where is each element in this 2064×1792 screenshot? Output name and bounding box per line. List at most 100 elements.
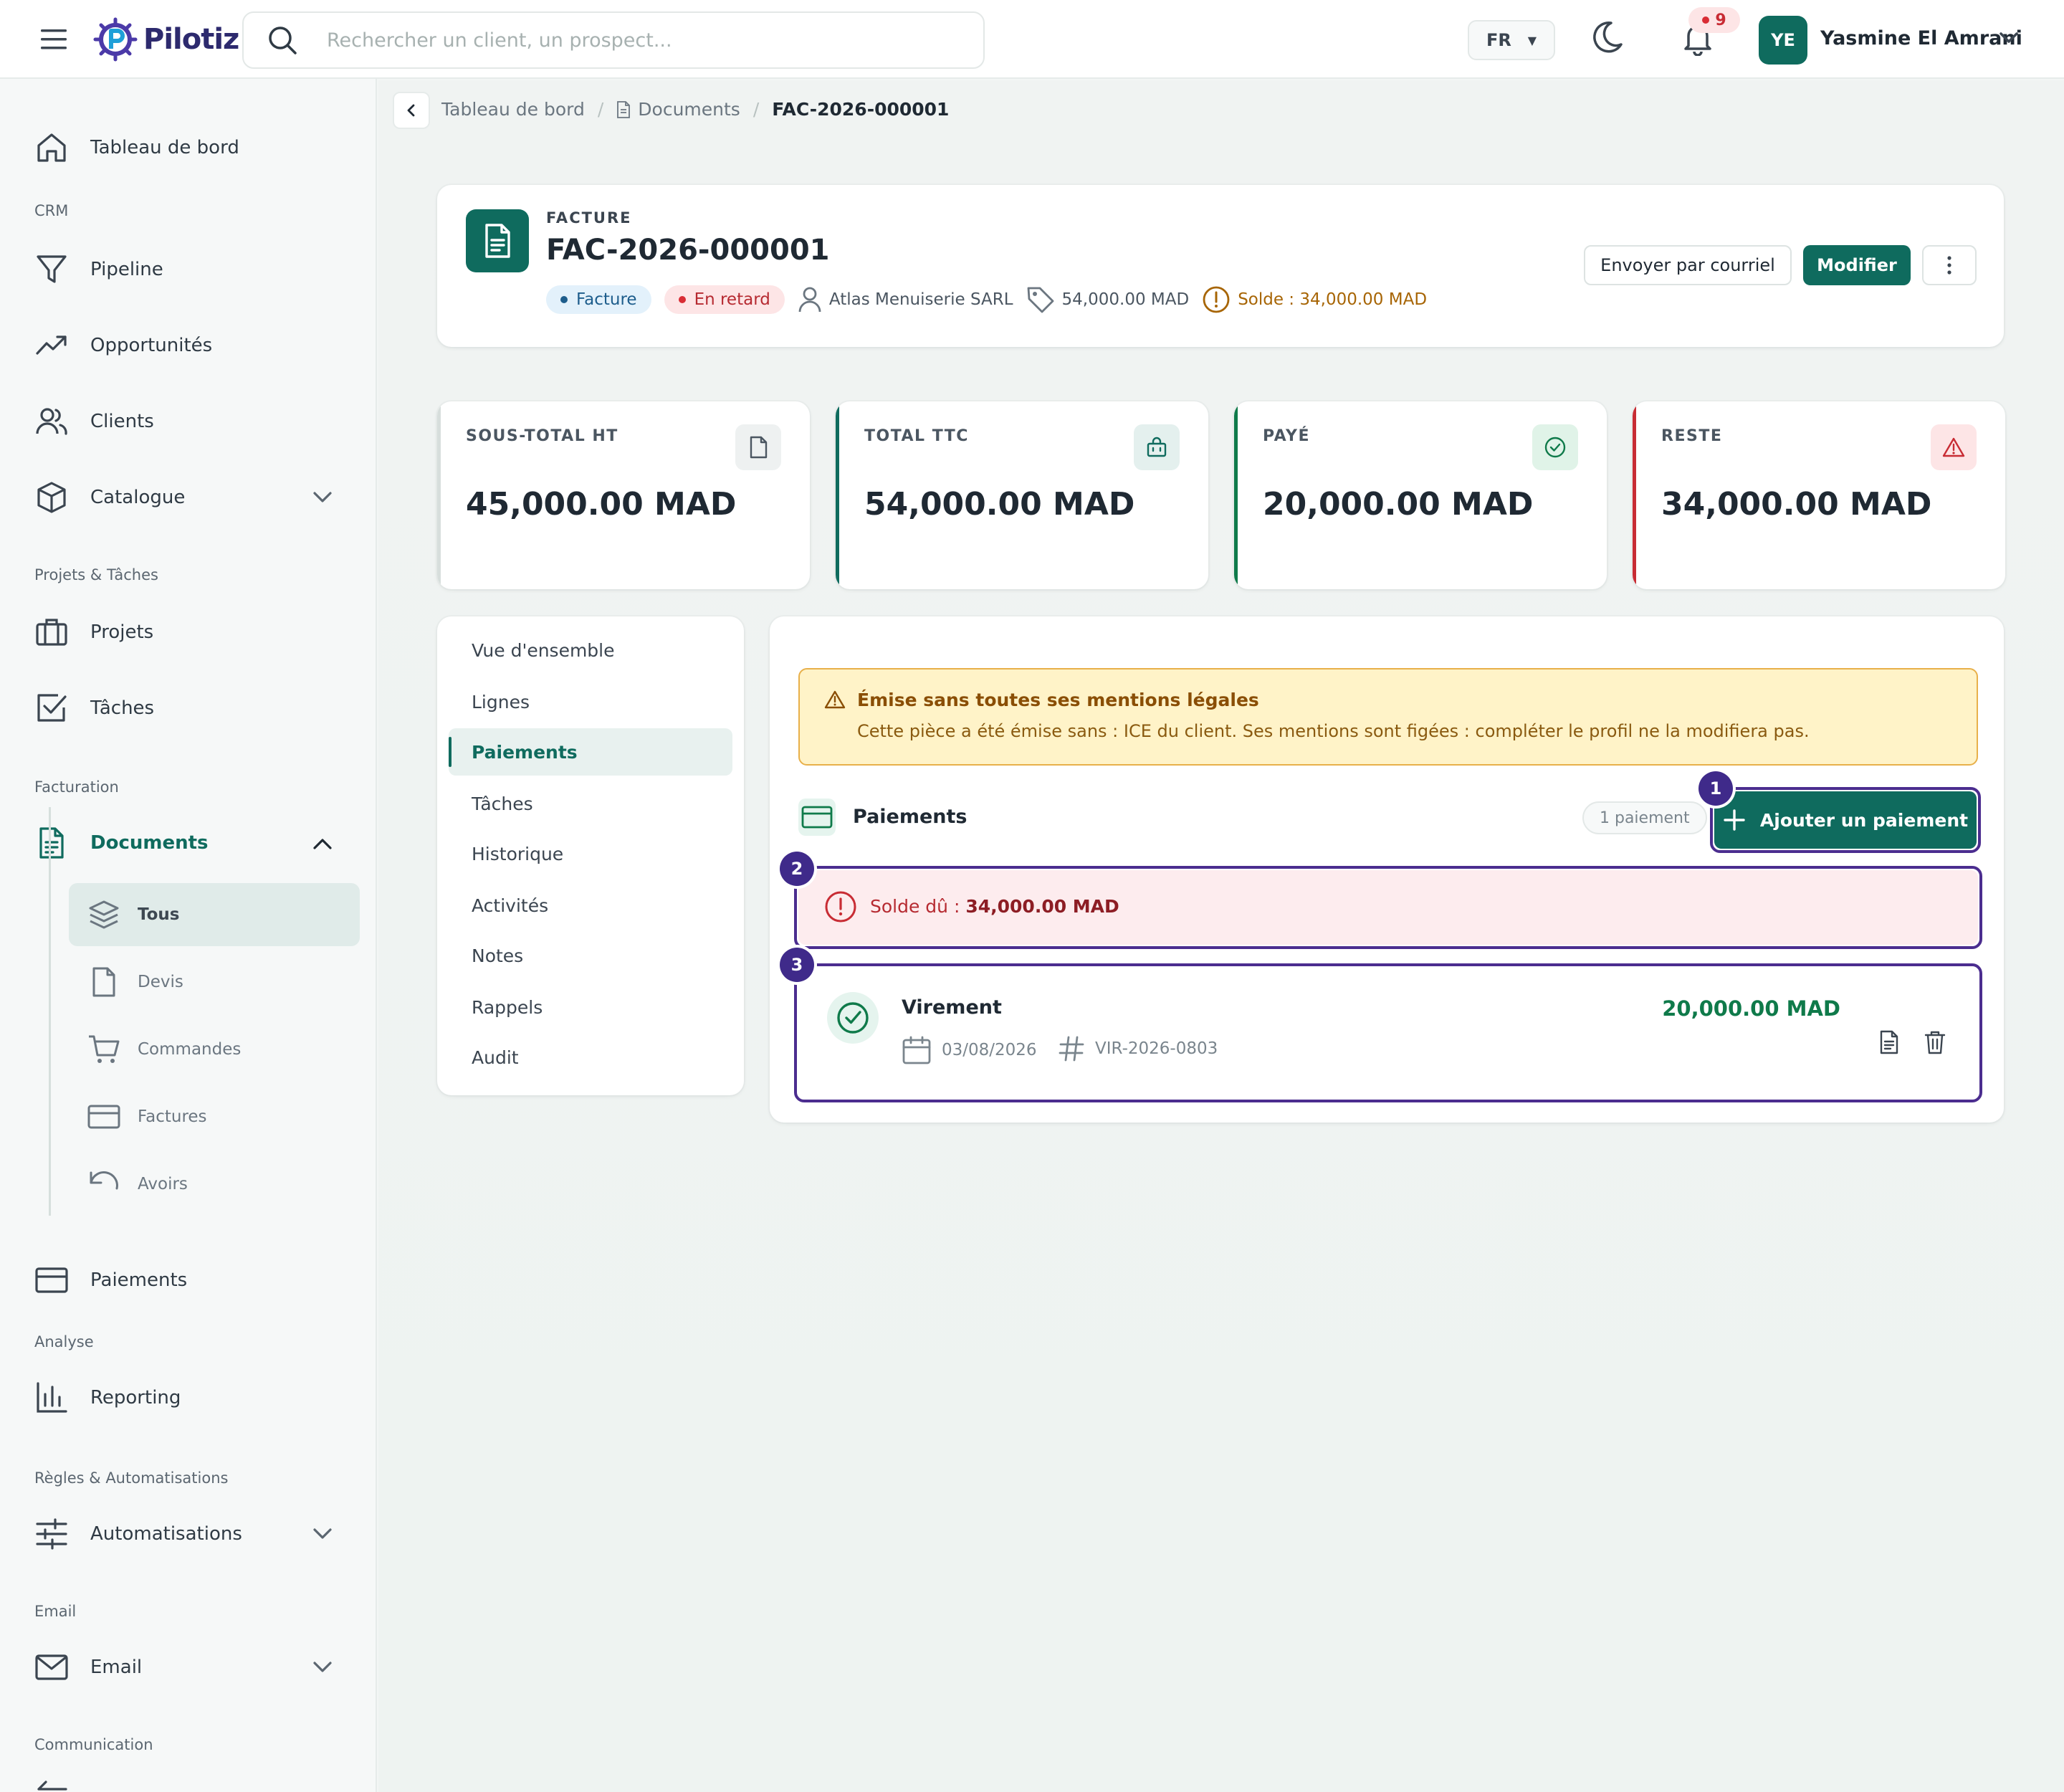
sliders-icon (32, 1514, 72, 1554)
card-accent (836, 401, 839, 589)
payment-date-value: 03/08/2026 (942, 1041, 1037, 1059)
cart-icon (85, 1030, 123, 1069)
status-badge: En retard (664, 285, 785, 314)
chevron-down-icon[interactable] (310, 485, 335, 510)
sidebar-subitem-all[interactable]: Tous (69, 883, 360, 946)
tab-activities[interactable]: Activités (449, 882, 732, 929)
payments-count-badge: 1 paiement (1582, 801, 1707, 834)
avatar[interactable]: YE (1759, 16, 1807, 65)
payment-amount: 20,000.00 MAD (1662, 996, 1840, 1021)
briefcase-icon (32, 612, 72, 652)
payments-panel: Émise sans toutes ses mentions légales C… (770, 616, 2004, 1123)
sidebar-item-opportunities[interactable]: Opportunités (32, 324, 212, 367)
breadcrumb-home[interactable]: Tableau de bord (441, 99, 585, 120)
back-button[interactable] (393, 92, 430, 129)
payment-receipt-button[interactable] (1873, 1026, 1905, 1058)
sidebar-subitem-quotes[interactable]: Devis (69, 950, 360, 1014)
search-bar[interactable] (242, 11, 985, 69)
send-email-button[interactable]: Envoyer par courriel (1584, 245, 1792, 285)
sidebar-item-automations[interactable]: Automatisations (32, 1512, 242, 1555)
badge-dot-icon (678, 296, 686, 303)
more-actions-button[interactable] (1922, 245, 1977, 285)
section-label-email: Email (34, 1603, 77, 1620)
dark-mode-toggle[interactable] (1590, 20, 1624, 56)
check-circle-icon (827, 992, 879, 1044)
sidebar-item-label: Email (90, 1657, 143, 1678)
chevron-down-icon[interactable] (1997, 26, 2021, 50)
section-label-billing: Facturation (34, 778, 119, 796)
sidebar: Tableau de bord CRM Pipeline Opportunité… (0, 79, 377, 1792)
breadcrumb-documents[interactable]: Documents (616, 99, 740, 120)
chevron-down-icon[interactable] (310, 1521, 335, 1547)
language-value: FR (1486, 30, 1511, 50)
alert-triangle-icon (1931, 424, 1977, 470)
hash-icon (1059, 1036, 1084, 1062)
sidebar-item-clients[interactable]: Clients (32, 400, 154, 443)
sidebar-subitem-label: Factures (138, 1107, 207, 1126)
stat-value: 45,000.00 MAD (466, 486, 737, 523)
menu-icon[interactable] (36, 22, 72, 57)
sidebar-item-label: Opportunités (90, 335, 213, 356)
add-payment-label: Ajouter un paiement (1759, 809, 1969, 831)
search-input[interactable] (327, 29, 900, 52)
tab-payments[interactable]: Paiements (449, 728, 732, 776)
sidebar-subitem-invoices[interactable]: Factures (69, 1085, 360, 1148)
tab-tasks[interactable]: Tâches (449, 780, 732, 827)
stat-value: 20,000.00 MAD (1263, 486, 1534, 523)
type-badge: Facture (546, 285, 651, 314)
tab-audit[interactable]: Audit (449, 1034, 732, 1081)
sidebar-item-dashboard[interactable]: Tableau de bord (32, 126, 239, 169)
status-badge-label: En retard (694, 290, 770, 309)
sidebar-subitem-orders[interactable]: Commandes (69, 1018, 360, 1081)
sidebar-item-label: Catalogue (90, 487, 186, 508)
payments-title: Paiements (853, 806, 968, 828)
sidebar-item-tasks[interactable]: Tâches (32, 687, 154, 730)
breadcrumb: Tableau de bord / Documents / FAC-2026-0… (441, 99, 949, 120)
tag-icon (1027, 287, 1054, 313)
client-info[interactable]: Atlas Menuiserie SARL (798, 286, 1013, 313)
sidebar-item-payments[interactable]: Paiements (32, 1259, 187, 1302)
sidebar-item-documents[interactable]: Documents (32, 821, 209, 864)
calendar-icon (902, 1036, 931, 1064)
sidebar-subitem-label: Devis (138, 973, 183, 991)
document-kind: FACTURE (546, 209, 632, 227)
sidebar-item-email[interactable]: Email (32, 1646, 142, 1689)
tab-notes[interactable]: Notes (449, 932, 732, 979)
app-logo[interactable]: Pilotiz (93, 17, 239, 62)
sidebar-subitem-label: Avoirs (138, 1175, 188, 1193)
payment-date: 03/08/2026 (902, 1035, 1037, 1065)
edit-button[interactable]: Modifier (1803, 245, 1911, 285)
arrow-left-icon (36, 1779, 69, 1792)
amount-value: 54,000.00 MAD (1061, 290, 1190, 309)
payment-delete-button[interactable] (1919, 1026, 1951, 1058)
sidebar-item-reporting[interactable]: Reporting (32, 1376, 181, 1419)
payment-row[interactable]: Virement 03/08/2026 VIR-2026-0803 20,000… (798, 968, 1978, 1098)
card-accent (437, 401, 441, 589)
sidebar-item-label: Clients (90, 411, 154, 432)
tab-history[interactable]: Historique (449, 830, 732, 877)
add-payment-button[interactable]: Ajouter un paiement (1714, 791, 1977, 849)
payment-reference-value: VIR-2026-0803 (1095, 1039, 1218, 1058)
more-vertical-icon (1947, 256, 1951, 275)
user-name[interactable]: Yasmine El Amrani (1820, 27, 2022, 49)
tab-lines[interactable]: Lignes (449, 678, 732, 725)
top-bar: Pilotiz FR ▼ 9 YE Yasmine El Amrani (0, 0, 2064, 79)
sidebar-subitem-credits[interactable]: Avoirs (69, 1153, 360, 1216)
chevron-down-icon[interactable] (310, 1654, 335, 1680)
section-label-crm: CRM (34, 202, 69, 219)
users-icon (32, 401, 72, 442)
sidebar-subitem-label: Commandes (138, 1040, 242, 1059)
sidebar-item-label: Reporting (90, 1387, 181, 1409)
sidebar-item-projects[interactable]: Projets (32, 611, 153, 654)
tab-reminders[interactable]: Rappels (449, 983, 732, 1031)
sidebar-item-catalogue[interactable]: Catalogue (32, 476, 185, 519)
language-select[interactable]: FR ▼ (1468, 20, 1555, 60)
mail-icon (32, 1647, 72, 1687)
breadcrumb-current: FAC-2026-000001 (772, 99, 950, 120)
sidebar-item-pipeline[interactable]: Pipeline (32, 248, 163, 291)
balance-value: Solde : 34,000.00 MAD (1238, 290, 1428, 309)
badge-dot-icon (560, 296, 568, 303)
file-text-icon (466, 209, 529, 272)
tab-overview[interactable]: Vue d'ensemble (449, 626, 732, 674)
chevron-up-icon[interactable] (310, 831, 335, 857)
